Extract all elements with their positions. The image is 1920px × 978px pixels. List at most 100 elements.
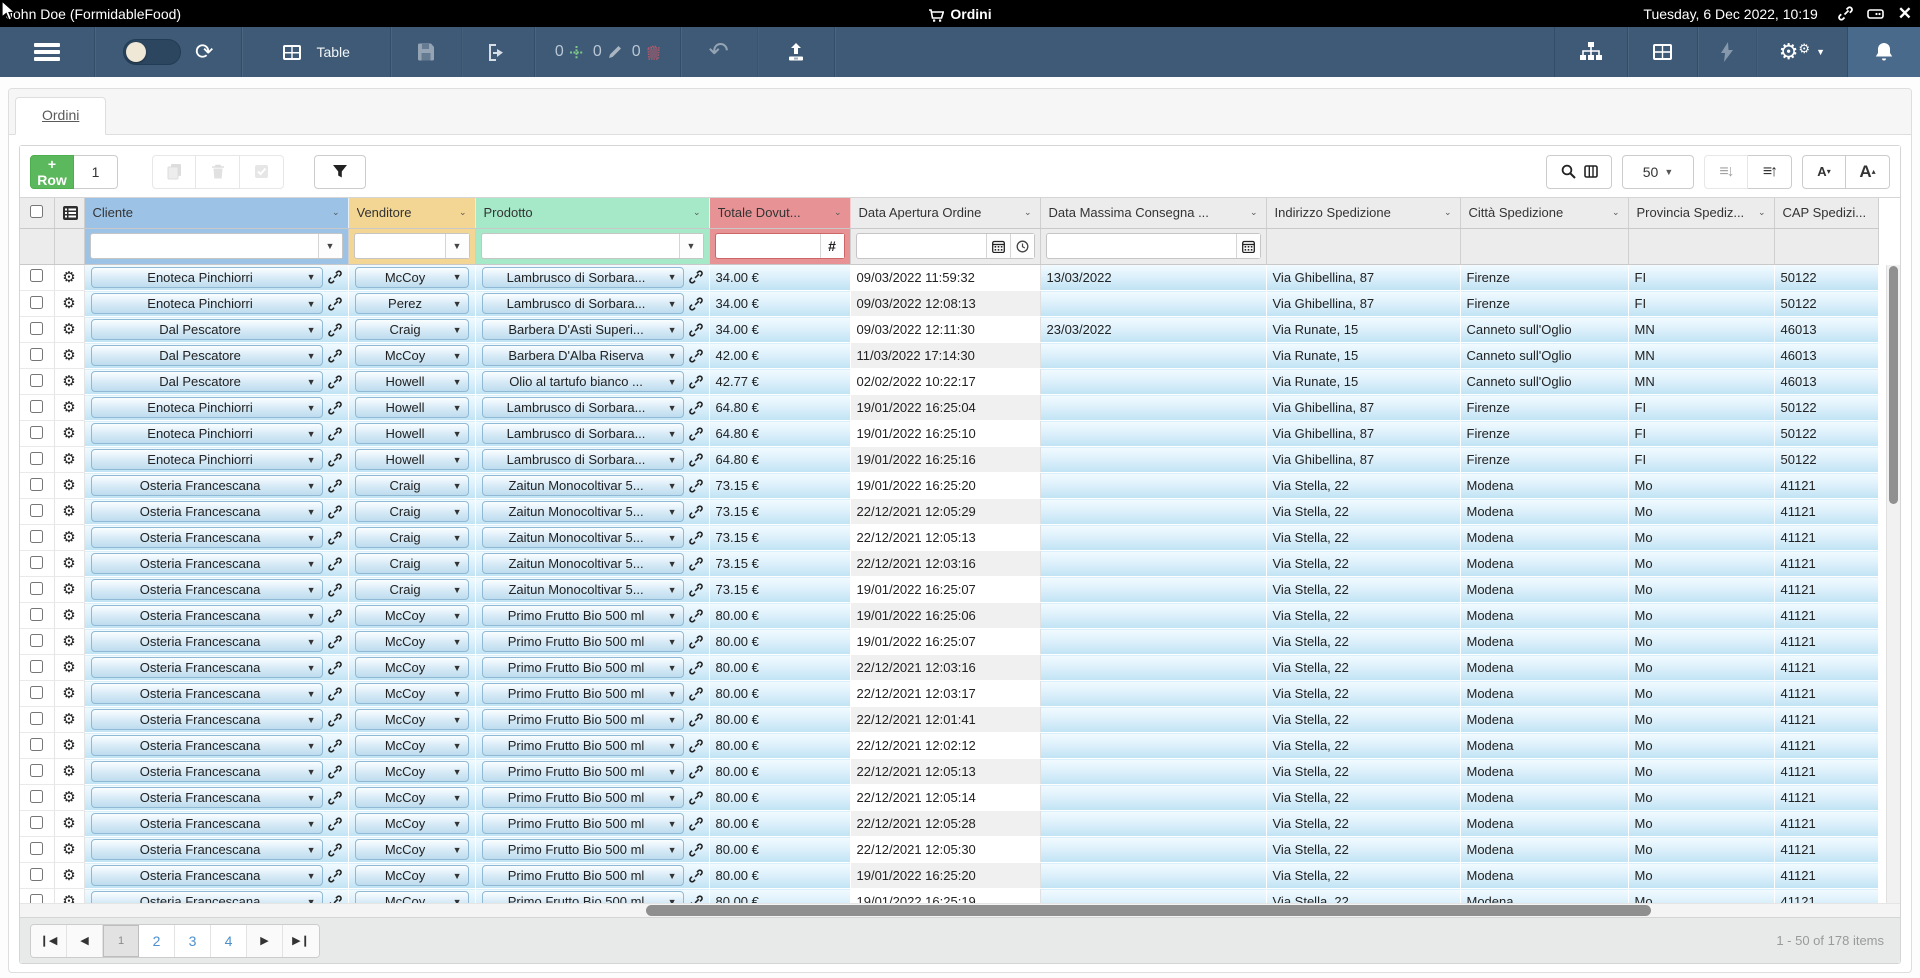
cap-cell[interactable]: 41121 — [1774, 863, 1878, 889]
provincia-cell[interactable]: Mo — [1628, 525, 1774, 551]
column-header-provincia[interactable]: Provincia Spediz...⌄ — [1628, 198, 1774, 228]
cap-cell[interactable]: 41121 — [1774, 499, 1878, 525]
select-all-header[interactable] — [20, 198, 54, 228]
column-header-cliente[interactable]: Cliente⌄ — [84, 198, 348, 228]
link-record-icon[interactable] — [328, 479, 342, 493]
first-page-button[interactable]: ❙◀ — [31, 925, 67, 957]
row-gear-icon[interactable]: ⚙ — [54, 447, 84, 473]
row-checkbox[interactable] — [30, 894, 43, 904]
link-record-icon[interactable] — [328, 270, 342, 284]
prodotto-dropdown[interactable]: Primo Frutto Bio 500 ml▼ — [482, 605, 684, 626]
totale-cell[interactable]: 34.00 € — [709, 317, 850, 343]
select-confirm-button[interactable] — [240, 155, 284, 189]
calendar-icon[interactable] — [1236, 234, 1260, 258]
row-gear-icon[interactable]: ⚙ — [54, 629, 84, 655]
indirizzo-cell[interactable]: Via Stella, 22 — [1266, 603, 1460, 629]
totale-cell[interactable]: 80.00 € — [709, 785, 850, 811]
row-gear-icon[interactable]: ⚙ — [54, 863, 84, 889]
font-smaller-button[interactable]: A▾ — [1802, 155, 1846, 189]
apertura-cell[interactable]: 11/03/2022 17:14:30 — [850, 343, 1040, 369]
link-record-icon[interactable] — [689, 505, 703, 519]
apertura-cell[interactable]: 22/12/2021 12:03:16 — [850, 551, 1040, 577]
indirizzo-cell[interactable]: Via Ghibellina, 87 — [1266, 291, 1460, 317]
grid-icon[interactable] — [1652, 43, 1673, 61]
cliente-dropdown[interactable]: Osteria Francescana▼ — [91, 683, 323, 704]
link-record-icon[interactable] — [689, 843, 703, 857]
cap-cell[interactable]: 50122 — [1774, 291, 1878, 317]
prodotto-dropdown[interactable]: Lambrusco di Sorbara...▼ — [482, 267, 684, 288]
link-record-icon[interactable] — [328, 453, 342, 467]
citta-cell[interactable]: Modena — [1460, 655, 1628, 681]
prodotto-dropdown[interactable]: Primo Frutto Bio 500 ml▼ — [482, 657, 684, 678]
select-all-checkbox[interactable] — [30, 205, 43, 218]
citta-cell[interactable]: Modena — [1460, 837, 1628, 863]
venditore-dropdown[interactable]: Craig▼ — [355, 501, 469, 522]
totale-cell[interactable]: 73.15 € — [709, 577, 850, 603]
cap-cell[interactable]: 41121 — [1774, 577, 1878, 603]
calendar-icon[interactable] — [986, 234, 1010, 258]
save-icon[interactable] — [417, 43, 435, 61]
provincia-cell[interactable]: Mo — [1628, 863, 1774, 889]
indirizzo-cell[interactable]: Via Stella, 22 — [1266, 629, 1460, 655]
link-record-icon[interactable] — [689, 869, 703, 883]
edit-toggle[interactable] — [123, 39, 181, 65]
totale-cell[interactable]: 73.15 € — [709, 551, 850, 577]
link-record-icon[interactable] — [328, 401, 342, 415]
row-checkbox[interactable] — [30, 764, 43, 777]
filter-totale-input[interactable] — [716, 234, 820, 258]
page-button-1[interactable]: 1 — [103, 925, 139, 957]
link-record-icon[interactable] — [328, 349, 342, 363]
row-checkbox[interactable] — [30, 790, 43, 803]
sort-asc-button[interactable]: ≡↑ — [1748, 155, 1792, 189]
totale-cell[interactable]: 80.00 € — [709, 889, 850, 904]
column-header-venditore[interactable]: Venditore⌄ — [348, 198, 475, 228]
horizontal-scrollbar-thumb[interactable] — [646, 905, 1651, 916]
provincia-cell[interactable]: FI — [1628, 421, 1774, 447]
cliente-dropdown[interactable]: Osteria Francescana▼ — [91, 605, 323, 626]
totale-cell[interactable]: 64.80 € — [709, 395, 850, 421]
row-gear-icon[interactable]: ⚙ — [54, 837, 84, 863]
citta-cell[interactable]: Modena — [1460, 473, 1628, 499]
link-record-icon[interactable] — [328, 687, 342, 701]
venditore-dropdown[interactable]: Perez▼ — [355, 293, 469, 314]
venditore-dropdown[interactable]: McCoy▼ — [355, 605, 469, 626]
cap-cell[interactable]: 41121 — [1774, 759, 1878, 785]
citta-cell[interactable]: Canneto sull'Oglio — [1460, 369, 1628, 395]
provincia-cell[interactable]: Mo — [1628, 473, 1774, 499]
consegna-cell[interactable] — [1040, 525, 1266, 551]
cap-cell[interactable]: 41121 — [1774, 551, 1878, 577]
cliente-dropdown[interactable]: Osteria Francescana▼ — [91, 787, 323, 808]
row-gear-icon[interactable]: ⚙ — [54, 369, 84, 395]
consegna-cell[interactable] — [1040, 655, 1266, 681]
provincia-cell[interactable]: Mo — [1628, 785, 1774, 811]
citta-cell[interactable]: Modena — [1460, 629, 1628, 655]
page-size-dropdown[interactable]: 50▼ — [1622, 155, 1694, 189]
totale-cell[interactable]: 34.00 € — [709, 291, 850, 317]
apertura-cell[interactable]: 22/12/2021 12:05:14 — [850, 785, 1040, 811]
cliente-dropdown[interactable]: Osteria Francescana▼ — [91, 631, 323, 652]
cap-cell[interactable]: 41121 — [1774, 811, 1878, 837]
row-checkbox[interactable] — [30, 478, 43, 491]
row-checkbox[interactable] — [30, 686, 43, 699]
link-record-icon[interactable] — [328, 791, 342, 805]
indirizzo-cell[interactable]: Via Stella, 22 — [1266, 707, 1460, 733]
prodotto-dropdown[interactable]: Primo Frutto Bio 500 ml▼ — [482, 709, 684, 730]
link-record-icon[interactable] — [689, 765, 703, 779]
row-gear-icon[interactable]: ⚙ — [54, 473, 84, 499]
row-checkbox[interactable] — [30, 582, 43, 595]
consegna-cell[interactable] — [1040, 785, 1266, 811]
citta-cell[interactable]: Modena — [1460, 811, 1628, 837]
totale-cell[interactable]: 80.00 € — [709, 655, 850, 681]
page-button-3[interactable]: 3 — [175, 925, 211, 957]
citta-cell[interactable]: Modena — [1460, 551, 1628, 577]
font-bigger-button[interactable]: A▴ — [1846, 155, 1890, 189]
prodotto-dropdown[interactable]: Zaitun Monocoltivar 5...▼ — [482, 527, 684, 548]
citta-cell[interactable]: Modena — [1460, 707, 1628, 733]
row-gear-icon[interactable]: ⚙ — [54, 291, 84, 317]
totale-cell[interactable]: 80.00 € — [709, 837, 850, 863]
cap-cell[interactable]: 41121 — [1774, 733, 1878, 759]
indirizzo-cell[interactable]: Via Ghibellina, 87 — [1266, 395, 1460, 421]
provincia-cell[interactable]: Mo — [1628, 577, 1774, 603]
link-record-icon[interactable] — [689, 557, 703, 571]
provincia-cell[interactable]: Mo — [1628, 707, 1774, 733]
